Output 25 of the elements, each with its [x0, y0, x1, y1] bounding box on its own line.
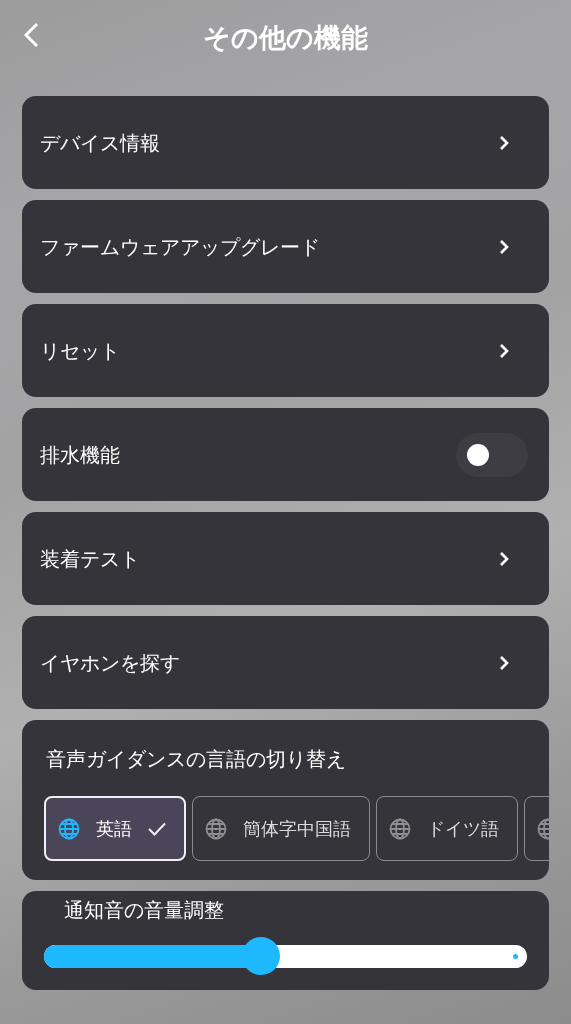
check-icon [148, 821, 166, 836]
toggle-switch[interactable] [456, 432, 528, 477]
menu-item[interactable]: デバイス情報 [22, 96, 549, 189]
volume-slider[interactable] [44, 937, 527, 975]
setting-label: 排水機能 [40, 441, 120, 469]
chevron-right-icon [499, 550, 509, 567]
language-option[interactable]: ドイツ語 [376, 796, 518, 861]
menu-item[interactable]: イヤホンを探す [22, 616, 549, 709]
section-title: 通知音の音量調整 [64, 897, 225, 924]
menu-item[interactable]: ファームウェアアップグレード [22, 200, 549, 293]
chevron-right-icon [499, 654, 509, 671]
menu-item[interactable]: リセット [22, 304, 549, 397]
language-option[interactable]: 簡体字中国語 [192, 796, 370, 861]
back-icon [22, 22, 40, 48]
menu-item[interactable]: 装着テスト [22, 512, 549, 605]
slider-thumb[interactable] [242, 937, 281, 975]
globe-icon [58, 817, 80, 840]
chevron-right-icon [499, 134, 509, 151]
globe-icon [389, 817, 411, 840]
chevron-right-icon [499, 342, 509, 359]
chevron-right-icon [499, 238, 509, 255]
section-title: 音声ガイダンスの言語の切り替え [46, 746, 347, 773]
globe-icon [205, 817, 227, 840]
page-title: その他の機能 [203, 20, 368, 55]
language-option[interactable]: 英語 [44, 796, 186, 861]
